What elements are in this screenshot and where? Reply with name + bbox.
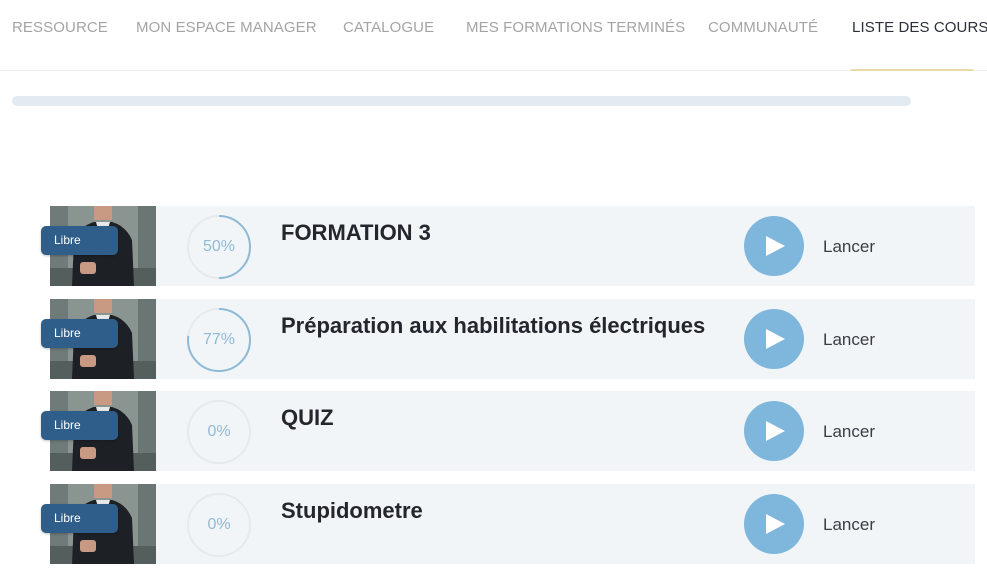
launch-label[interactable]: Lancer: [823, 422, 875, 442]
progress-percent: 77%: [202, 331, 236, 348]
nav-item-mes-formations-termines[interactable]: MES FORMATIONS TERMINÉS: [466, 19, 685, 36]
launch-button[interactable]: [744, 494, 804, 554]
launch-button[interactable]: [744, 216, 804, 276]
progress-percent: 0%: [207, 423, 231, 440]
progress-percent: 50%: [202, 238, 236, 255]
progress-track: [12, 96, 911, 106]
play-icon: [766, 329, 785, 349]
course-title: Préparation aux habilitations électrique…: [281, 313, 706, 338]
nav-item-mon-espace-manager[interactable]: MON ESPACE MANAGER: [136, 19, 317, 36]
play-icon: [766, 514, 785, 534]
launch-label[interactable]: Lancer: [823, 330, 875, 350]
launch-button[interactable]: [744, 309, 804, 369]
course-row: Libre 77% Préparation aux habilitations …: [41, 299, 975, 379]
course-badge: Libre: [41, 504, 118, 533]
launch-button[interactable]: [744, 401, 804, 461]
course-badge: Libre: [41, 411, 118, 440]
launch-label[interactable]: Lancer: [823, 237, 875, 257]
course-title: QUIZ: [281, 405, 334, 430]
play-icon: [766, 236, 785, 256]
top-navigation: RESSOURCE MON ESPACE MANAGER CATALOGUE M…: [0, 0, 987, 71]
course-row: Libre 0% Stupidometre Lancer: [41, 484, 975, 564]
course-badge: Libre: [41, 319, 118, 348]
active-tab-indicator: [851, 69, 973, 71]
play-icon: [766, 421, 785, 441]
progress-percent: 0%: [207, 516, 231, 533]
launch-label[interactable]: Lancer: [823, 515, 875, 535]
course-title: Stupidometre: [281, 498, 423, 523]
nav-item-communaute[interactable]: COMMUNAUTÉ: [708, 19, 818, 36]
course-row: Libre 0% QUIZ Lancer: [41, 391, 975, 471]
course-row: Libre 50% FORMATION 3 Lancer: [41, 206, 975, 286]
nav-item-liste-des-cours[interactable]: LISTE DES COURS: [852, 19, 987, 36]
course-title: FORMATION 3: [281, 220, 431, 245]
nav-item-ressource[interactable]: RESSOURCE: [12, 19, 108, 36]
nav-item-catalogue[interactable]: CATALOGUE: [343, 19, 434, 36]
course-badge: Libre: [41, 226, 118, 255]
